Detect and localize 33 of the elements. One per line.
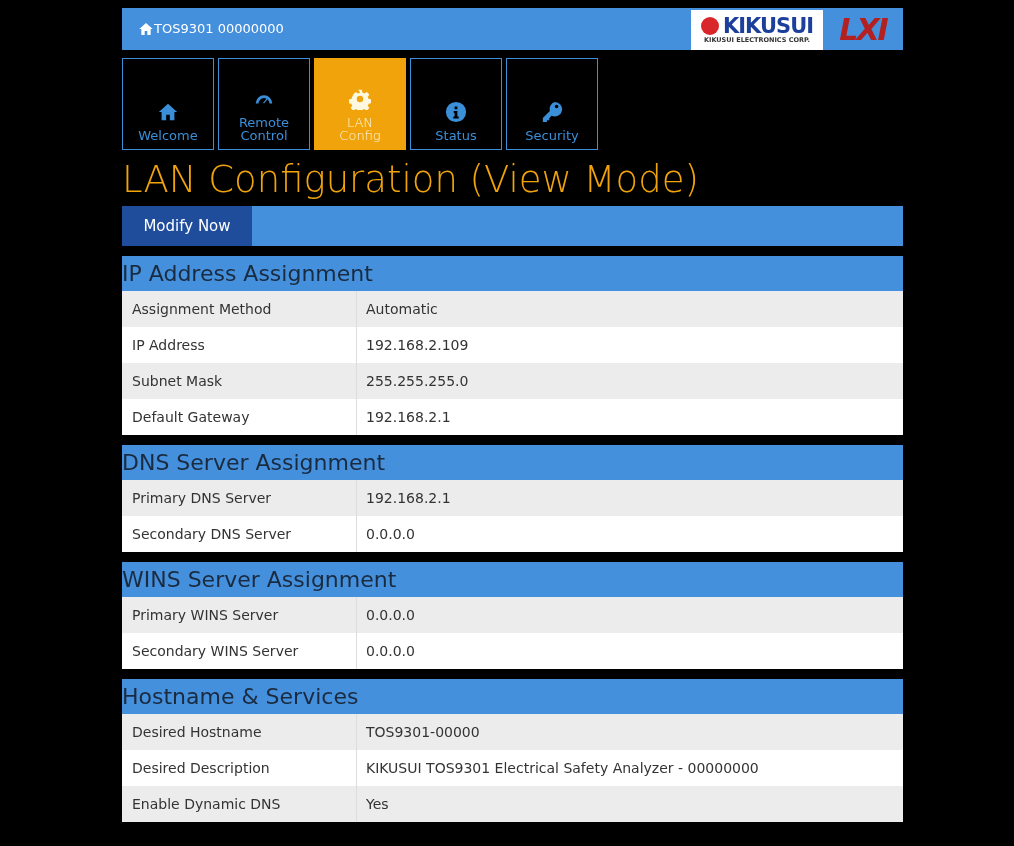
home-icon: [138, 21, 154, 37]
info-icon: [445, 101, 467, 124]
page-title: LAN Configuration (View Mode): [122, 158, 700, 203]
section-header: DNS Server Assignment: [122, 445, 903, 481]
section-header: IP Address Assignment: [122, 256, 903, 292]
setting-value: 192.168.2.109: [365, 336, 469, 356]
modify-button[interactable]: Modify Now: [122, 206, 252, 247]
key-icon: [541, 101, 563, 124]
lxi-logo: LXI: [838, 10, 889, 49]
settings-icon: [349, 87, 371, 110]
setting-label: Enable Dynamic DNS: [122, 786, 357, 823]
setting-label: Secondary DNS Server: [122, 516, 357, 553]
setting-label: Secondary WINS Server: [122, 633, 357, 670]
setting-value: 0.0.0.0: [365, 525, 415, 545]
section-header: WINS Server Assignment: [122, 562, 903, 598]
setting-label: Default Gateway: [122, 399, 357, 436]
nav-tab[interactable]: Remote Control: [218, 58, 310, 150]
nav-tab[interactable]: Welcome: [122, 58, 214, 150]
logo-brand: KIKUSUI: [722, 15, 813, 37]
setting-value: 0.0.0.0: [365, 642, 415, 662]
setting-value: 192.168.2.1: [365, 489, 451, 509]
device-title: TOS9301 00000000: [154, 20, 284, 39]
section-header: Hostname & Services: [122, 679, 903, 715]
logo-mark-icon: [700, 17, 719, 36]
nav-tab[interactable]: Security: [506, 58, 598, 150]
setting-value: 0.0.0.0: [365, 606, 415, 626]
setting-value: TOS9301-00000: [365, 723, 480, 743]
setting-value: 192.168.2.1: [365, 408, 451, 428]
setting-value: KIKUSUI TOS9301 Electrical Safety Analyzer - 00000000: [365, 759, 759, 779]
setting-value: Automatic: [365, 300, 438, 320]
nav-tab[interactable]: Status: [410, 58, 502, 150]
setting-value: Yes: [365, 795, 389, 815]
setting-value: 255.255.255.0: [365, 372, 469, 392]
